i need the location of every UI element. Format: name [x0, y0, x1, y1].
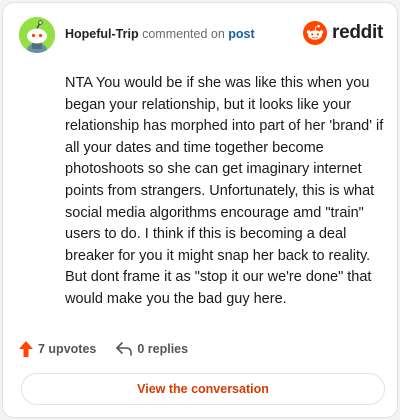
comment-text: NTA You would be if she was like this wh… [65, 75, 384, 307]
reply-count: 0 replies [137, 342, 189, 356]
upvote-button[interactable]: 7 upvotes [19, 341, 96, 357]
upvote-arrow-icon [19, 341, 33, 357]
reddit-wordmark: reddit [332, 22, 383, 43]
reddit-logo[interactable]: reddit [303, 21, 383, 45]
reddit-snoo-icon [303, 21, 328, 45]
comment-actions: 7 upvotes 0 replies [19, 341, 188, 357]
comment-header: Hopeful-Trip commented on post [65, 27, 255, 41]
user-avatar[interactable] [19, 17, 55, 53]
upvote-count: 7 upvotes [38, 342, 97, 356]
view-conversation-button[interactable]: View the conversation [21, 373, 385, 405]
comment-card: Hopeful-Trip commented on post reddit NT… [2, 2, 398, 418]
reply-button[interactable]: 0 replies [116, 342, 188, 356]
username[interactable]: Hopeful-Trip [65, 27, 139, 41]
commented-on-text: commented on [142, 27, 225, 41]
reply-arrow-icon [116, 342, 133, 356]
snoo-avatar-icon [19, 17, 55, 53]
post-link[interactable]: post [228, 27, 254, 41]
